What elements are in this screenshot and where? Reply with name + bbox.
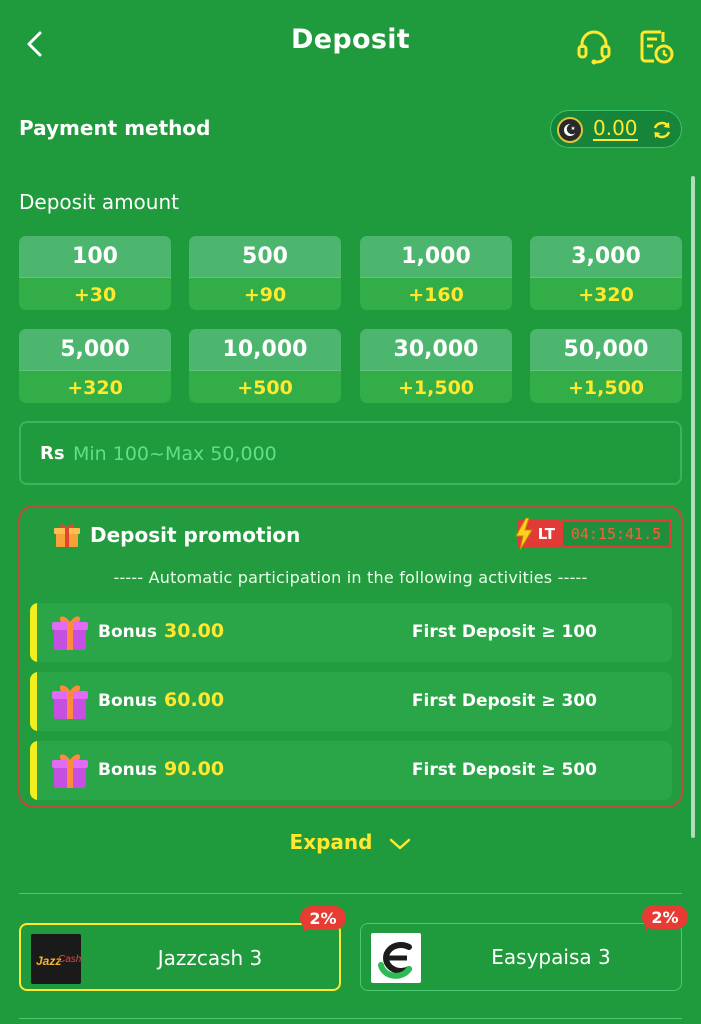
amount-value: 3,000 <box>530 236 682 277</box>
svg-text:Cash: Cash <box>58 954 81 965</box>
amount-value: 100 <box>19 236 171 277</box>
row-accent-bar <box>30 603 37 662</box>
bonus-label: Bonus <box>98 760 157 780</box>
amount-bonus: +1,500 <box>360 370 512 403</box>
amount-value: 30,000 <box>360 329 512 370</box>
row-accent-bar <box>30 672 37 731</box>
bonus-amount: 90.00 <box>164 758 225 780</box>
scrollbar[interactable] <box>691 176 695 838</box>
amount-bonus: +90 <box>189 277 341 310</box>
amount-value: 50,000 <box>530 329 682 370</box>
amount-bonus: +1,500 <box>530 370 682 403</box>
amount-input[interactable] <box>71 435 655 473</box>
deposit-record-button[interactable] <box>636 26 676 66</box>
amount-value: 5,000 <box>19 329 171 370</box>
amount-option-50000[interactable]: 50,000 +1,500 <box>530 329 682 403</box>
channel-jazzcash[interactable]: Jazz Cash Jazzcash 3 2% <box>19 906 346 991</box>
bonus-condition: First Deposit ≥ 500 <box>411 760 597 780</box>
bonus-amount: 60.00 <box>164 689 225 711</box>
fee-value: 2% <box>642 905 688 929</box>
bonus-condition: First Deposit ≥ 300 <box>411 691 597 711</box>
divider <box>19 1018 682 1019</box>
bonus-amount: 30.00 <box>164 620 225 642</box>
gift-icon <box>54 524 80 547</box>
bonus-row: Bonus 30.00 First Deposit ≥ 100 <box>30 603 672 662</box>
countdown-timer: 04:15:41.5 <box>561 520 671 548</box>
bonus-row: Bonus 90.00 First Deposit ≥ 500 <box>30 741 672 800</box>
limited-time-badge: LT 04:15:41.5 <box>515 518 673 550</box>
amount-value: 10,000 <box>189 329 341 370</box>
deposit-record-icon <box>640 30 674 64</box>
promotion-subtitle: ----- Automatic participation in the fol… <box>113 568 588 587</box>
expand-button[interactable]: Expand <box>0 830 701 854</box>
amount-bonus: +500 <box>189 370 341 403</box>
customer-service-button[interactable] <box>574 26 614 66</box>
fee-badge: 2% <box>300 906 346 934</box>
fee-value: 2% <box>300 906 346 930</box>
headset-icon <box>577 30 611 65</box>
channel-easypaisa[interactable]: Easypaisa 3 2% <box>360 905 688 991</box>
bonus-row: Bonus 60.00 First Deposit ≥ 300 <box>30 672 672 731</box>
chevron-down-icon <box>390 838 411 849</box>
gift-box-icon <box>52 685 88 719</box>
deposit-promotion-panel: Deposit promotion LT 04:15:41.5 ----- Au… <box>18 505 683 808</box>
amount-bonus: +320 <box>530 277 682 310</box>
fee-badge: 2% <box>642 905 688 933</box>
lightning-icon <box>515 518 533 550</box>
row-accent-bar <box>30 741 37 800</box>
deposit-amount-label: Deposit amount <box>19 190 179 214</box>
gift-box-icon <box>52 616 88 650</box>
channel-name: Jazzcash 3 <box>157 946 263 970</box>
bonus-label: Bonus <box>98 691 157 711</box>
refresh-icon[interactable] <box>651 119 673 141</box>
currency-label: Rs <box>40 443 65 464</box>
amount-option-5000[interactable]: 5,000 +320 <box>19 329 171 403</box>
amount-option-10000[interactable]: 10,000 +500 <box>189 329 341 403</box>
header: Deposit <box>0 0 701 90</box>
expand-label: Expand <box>289 830 373 854</box>
amount-option-1000[interactable]: 1,000 +160 <box>360 236 512 310</box>
amount-option-100[interactable]: 100 +30 <box>19 236 171 310</box>
divider <box>19 893 682 894</box>
balance-value: 0.00 <box>593 116 638 141</box>
bonus-condition: First Deposit ≥ 100 <box>411 622 597 642</box>
amount-value: 1,000 <box>360 236 512 277</box>
amount-bonus: +160 <box>360 277 512 310</box>
amount-bonus: +30 <box>19 277 171 310</box>
balance-chip[interactable]: 0.00 <box>550 110 682 148</box>
amount-input-box: Rs <box>19 421 682 485</box>
amount-option-30000[interactable]: 30,000 +1,500 <box>360 329 512 403</box>
gift-box-icon <box>52 754 88 788</box>
amount-option-500[interactable]: 500 +90 <box>189 236 341 310</box>
channel-name: Easypaisa 3 <box>491 945 611 969</box>
easypaisa-logo <box>371 933 421 983</box>
payment-method-label: Payment method <box>19 116 211 140</box>
amount-option-3000[interactable]: 3,000 +320 <box>530 236 682 310</box>
amount-value: 500 <box>189 236 341 277</box>
bonus-label: Bonus <box>98 622 157 642</box>
pakistan-flag-icon <box>557 117 583 143</box>
promotion-title: Deposit promotion <box>90 523 301 547</box>
amount-bonus: +320 <box>19 370 171 403</box>
jazzcash-logo: Jazz Cash <box>31 934 81 984</box>
